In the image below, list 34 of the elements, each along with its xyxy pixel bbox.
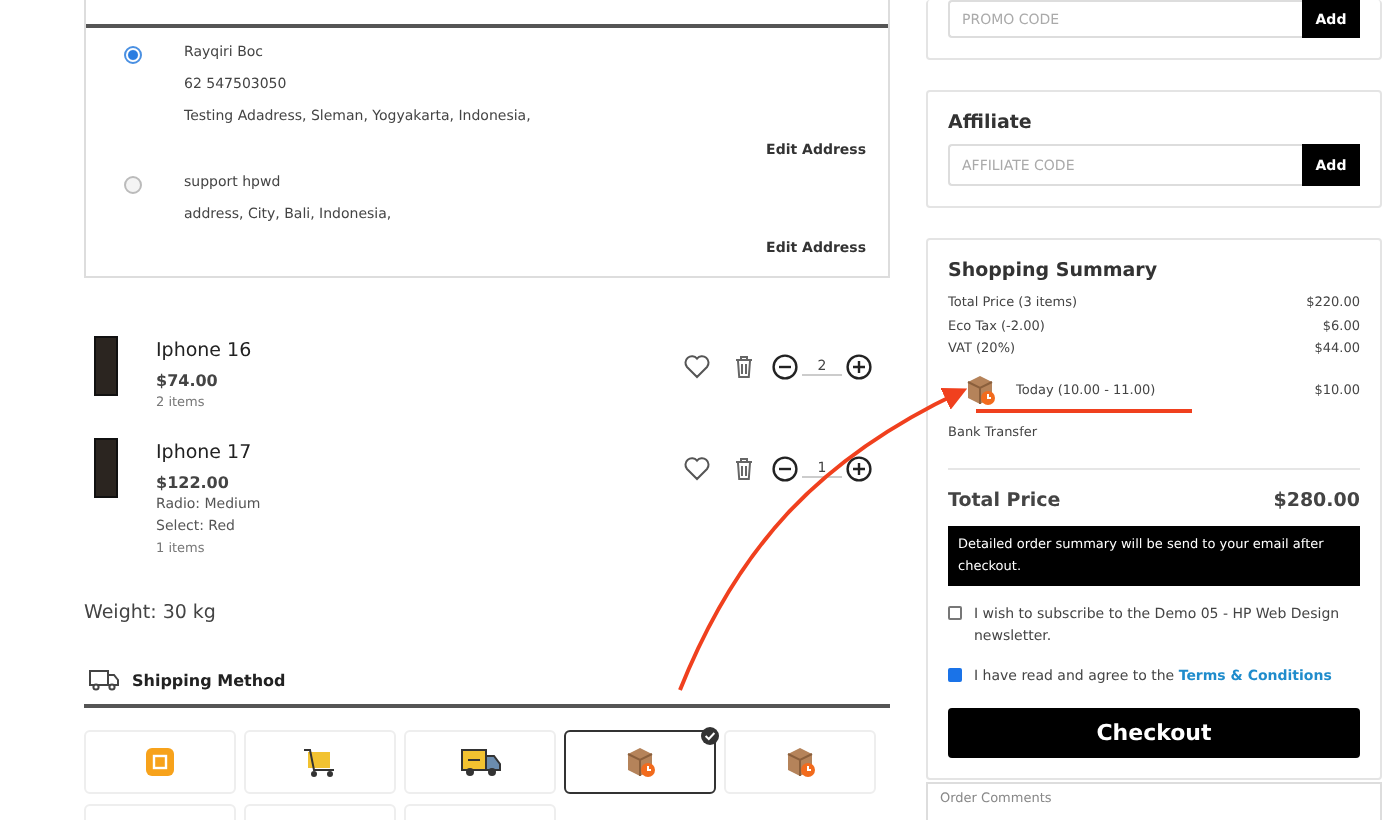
product-price: $74.00 xyxy=(156,372,220,394)
product-photo-placeholder xyxy=(94,336,118,396)
checkbox[interactable] xyxy=(948,605,962,619)
product-name: Iphone 17 xyxy=(156,442,254,468)
heart-icon[interactable] xyxy=(684,354,710,380)
total-value: $280.00 xyxy=(1273,489,1360,511)
checkout-button[interactable]: Checkout xyxy=(948,707,1360,757)
parcel-clock-icon xyxy=(624,746,656,778)
shipping-option[interactable] xyxy=(564,730,716,794)
minus-icon[interactable] xyxy=(772,354,798,380)
minus-icon[interactable] xyxy=(772,456,798,482)
total-label: Total Price xyxy=(948,489,1061,511)
parcel-clock-icon xyxy=(784,746,816,778)
trash-icon[interactable] xyxy=(732,354,756,380)
heart-icon[interactable] xyxy=(684,456,710,482)
weight-text: Weight: 30 kg xyxy=(84,602,218,624)
product-price: $122.00 xyxy=(156,474,231,496)
check-icon xyxy=(700,726,720,746)
radio-button[interactable] xyxy=(124,46,142,64)
truck-icon xyxy=(459,746,501,778)
plus-icon[interactable] xyxy=(846,456,872,482)
product-photo-placeholder xyxy=(94,438,118,498)
plus-icon[interactable] xyxy=(846,354,872,380)
product-name: Iphone 16 xyxy=(156,340,254,366)
parcel-clock-icon xyxy=(964,373,996,405)
section-title: Shipping Method xyxy=(132,671,286,689)
cart-icon xyxy=(302,746,338,778)
tag-icon xyxy=(144,746,176,778)
radio-button[interactable] xyxy=(124,176,142,194)
checkbox[interactable] xyxy=(948,667,962,681)
truck-icon xyxy=(88,668,120,692)
card-title: Affiliate xyxy=(948,112,1034,134)
card-title: Shopping Summary xyxy=(948,260,1160,282)
trash-icon[interactable] xyxy=(732,456,756,482)
